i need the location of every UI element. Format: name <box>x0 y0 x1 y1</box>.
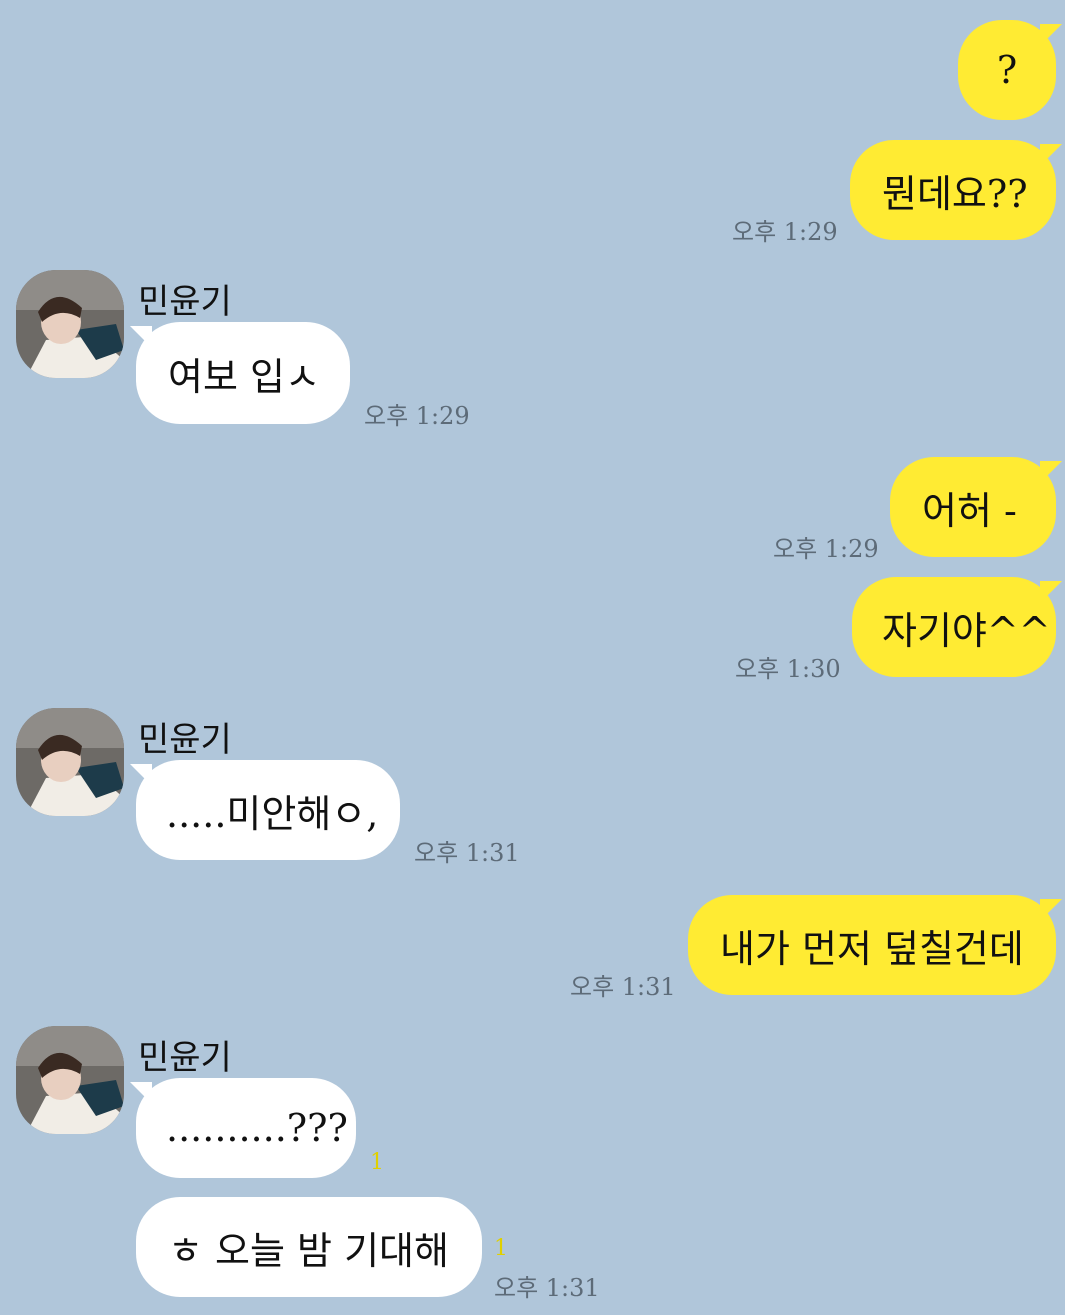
sender-name: 민윤기 <box>138 1038 232 1078</box>
profile-avatar[interactable] <box>16 1026 124 1134</box>
sender-name: 민윤기 <box>138 282 232 322</box>
message-bubble-received[interactable]: 여보 입ㅅ <box>136 322 350 424</box>
avatar-photo-icon <box>16 708 124 816</box>
avatar-photo-icon <box>16 1026 124 1134</box>
avatar-photo-icon <box>16 270 124 378</box>
message-text: 뭔데요?? <box>882 171 1028 216</box>
message-text: 자기야^^ <box>882 608 1051 653</box>
bubble-tail <box>1040 581 1062 603</box>
message-time: 오후 1:31 <box>570 973 676 1001</box>
bubble-tail <box>1040 899 1062 921</box>
bubble-tail <box>1040 461 1062 483</box>
message-bubble-sent[interactable]: 내가 먼저 덮칠건데 <box>688 895 1056 995</box>
message-time: 오후 1:29 <box>732 218 838 246</box>
bubble-tail <box>1040 24 1062 46</box>
bubble-tail <box>130 1082 152 1104</box>
message-time: 오후 1:29 <box>364 402 470 430</box>
message-text: 어허 - <box>922 488 1017 533</box>
sender-name: 민윤기 <box>138 720 232 760</box>
message-text: ㅎ 오늘 밤 기대해 <box>168 1228 449 1273</box>
bubble-tail <box>130 764 152 786</box>
profile-avatar[interactable] <box>16 708 124 816</box>
message-time: 오후 1:29 <box>773 535 879 563</box>
message-text: ? <box>996 48 1018 92</box>
bubble-tail <box>1040 144 1062 166</box>
message-text: ..........??? <box>166 1106 348 1150</box>
message-time: 오후 1:31 <box>494 1274 600 1302</box>
message-bubble-received[interactable]: .....미안해ㅇ, <box>136 760 400 860</box>
profile-avatar[interactable] <box>16 270 124 378</box>
unread-count: 1 <box>370 1150 384 1175</box>
message-text: 여보 입ㅅ <box>168 354 320 399</box>
unread-count: 1 <box>494 1236 508 1261</box>
message-bubble-received[interactable]: ㅎ 오늘 밤 기대해 <box>136 1197 482 1297</box>
message-text: 내가 먼저 덮칠건데 <box>720 926 1024 971</box>
message-text: .....미안해ㅇ, <box>166 791 379 836</box>
message-bubble-sent[interactable]: 자기야^^ <box>852 577 1056 677</box>
message-bubble-sent[interactable]: 어허 - <box>890 457 1056 557</box>
message-time: 오후 1:31 <box>414 839 520 867</box>
message-time: 오후 1:30 <box>735 655 841 683</box>
message-bubble-sent[interactable]: 뭔데요?? <box>850 140 1056 240</box>
message-bubble-received[interactable]: ..........??? <box>136 1078 356 1178</box>
bubble-tail <box>130 326 152 348</box>
